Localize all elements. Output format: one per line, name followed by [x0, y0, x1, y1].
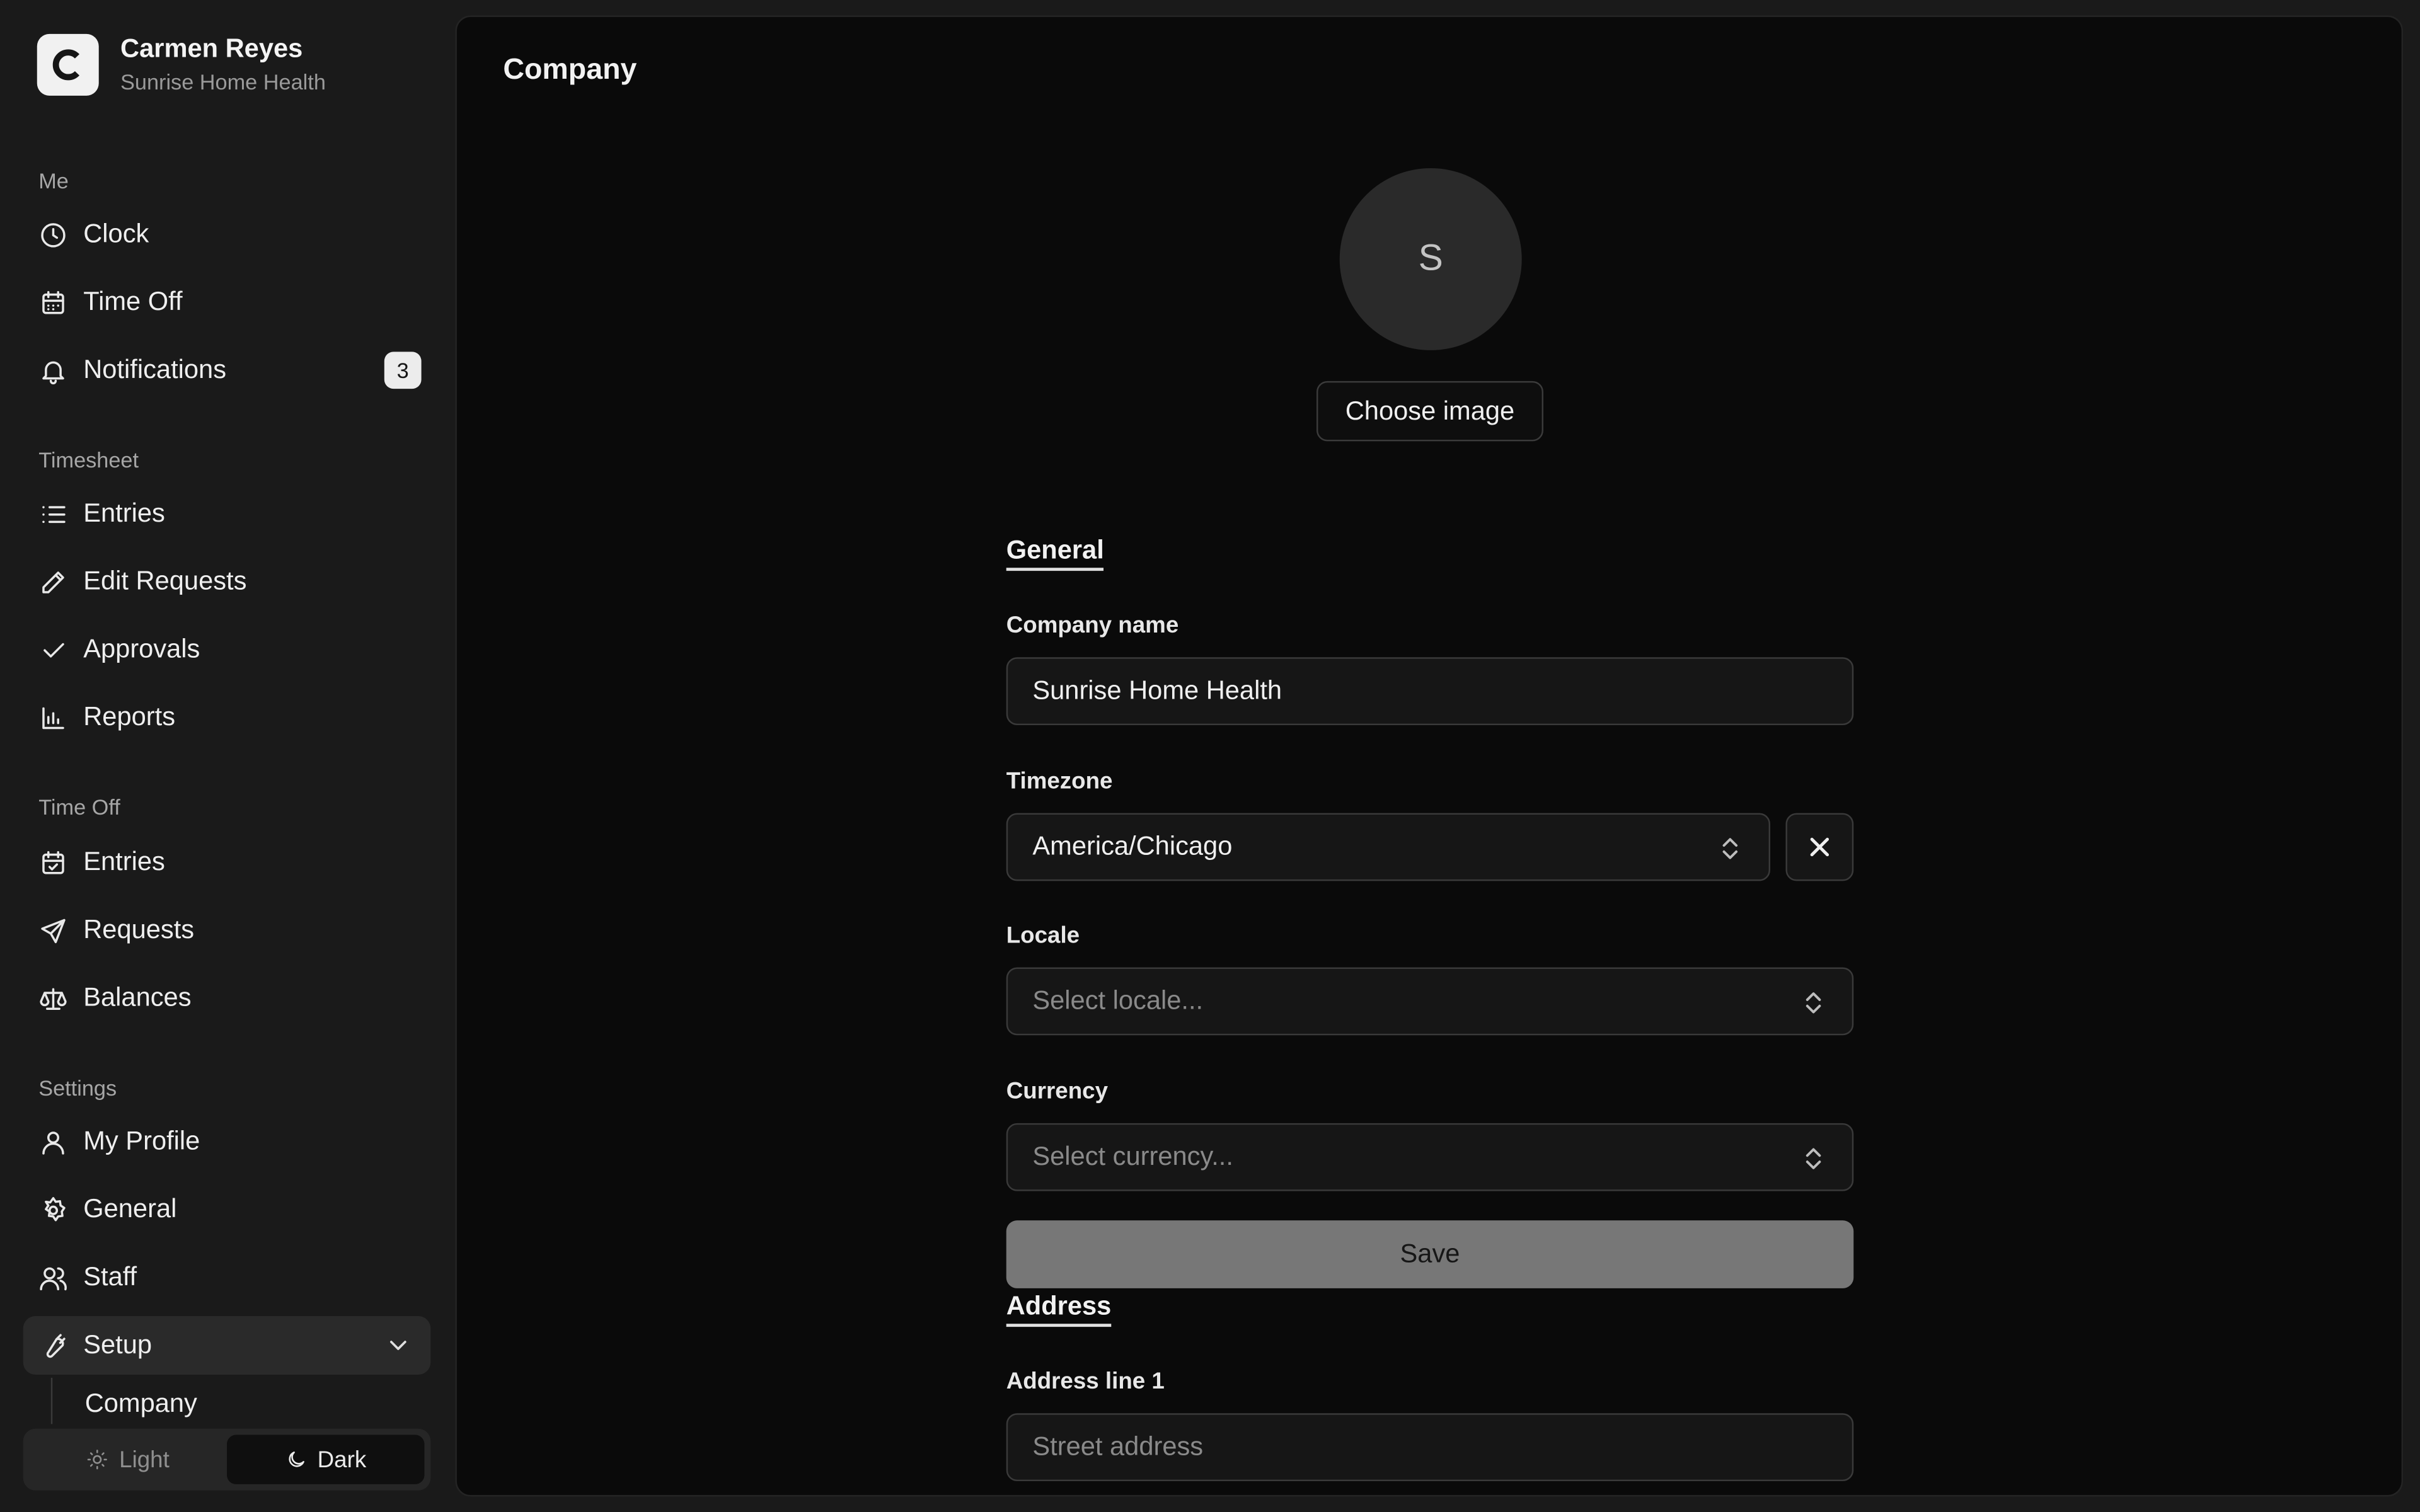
- sidebar-item-label: Balances: [83, 983, 192, 1012]
- currency-placeholder: Select currency...: [1032, 1142, 1233, 1171]
- theme-switcher: Light Dark: [23, 1428, 431, 1491]
- calendar-check-icon: [38, 848, 68, 878]
- gear-icon: [38, 1195, 68, 1225]
- scale-icon: [38, 983, 68, 1013]
- sidebar-item-approvals[interactable]: Approvals: [23, 620, 431, 679]
- user-company: Sunrise Home Health: [120, 69, 326, 94]
- sidebar-item-clock[interactable]: Clock: [23, 205, 431, 264]
- bell-icon: [38, 355, 68, 385]
- section-heading-address: Address: [1006, 1292, 1112, 1327]
- save-button[interactable]: Save: [1006, 1220, 1854, 1288]
- moon-icon: [288, 1452, 304, 1467]
- section-label-timesheet: Timesheet: [38, 447, 139, 472]
- user-name: Carmen Reyes: [120, 33, 303, 64]
- sidebar: Carmen Reyes Sunrise Home Health Me Cloc…: [0, 0, 454, 1512]
- sidebar-item-label: Time Off: [83, 287, 183, 317]
- sidebar-item-my-profile[interactable]: My Profile: [23, 1113, 431, 1171]
- logo-c-icon: [52, 49, 79, 81]
- chevrons-up-down-icon: [1802, 1145, 1824, 1172]
- sidebar-item-label: Requests: [83, 915, 195, 944]
- company-name-input[interactable]: Sunrise Home Health: [1006, 657, 1854, 726]
- sidebar-item-staff[interactable]: Staff: [23, 1248, 431, 1307]
- main-panel: Company S Choose image General Company n…: [455, 15, 2404, 1497]
- submenu-divider: [50, 1377, 53, 1424]
- sidebar-item-edit-requests[interactable]: Edit Requests: [23, 553, 431, 611]
- company-logo: [37, 33, 99, 96]
- address-line1-input[interactable]: Street address: [1006, 1413, 1854, 1482]
- sidebar-item-label: Clock: [83, 219, 149, 249]
- timezone-label: Timezone: [1006, 768, 1113, 795]
- sun-icon: [88, 1450, 108, 1470]
- sidebar-item-timesheet-entries[interactable]: Entries: [23, 484, 431, 543]
- sidebar-item-label: General: [83, 1194, 177, 1224]
- sidebar-item-time-off[interactable]: Time Off: [23, 273, 431, 331]
- sidebar-item-label: Reports: [83, 702, 176, 731]
- sidebar-item-reports[interactable]: Reports: [23, 688, 431, 747]
- user-icon: [38, 1127, 68, 1157]
- theme-light-button[interactable]: Light: [30, 1435, 227, 1484]
- currency-select[interactable]: Select currency...: [1006, 1123, 1854, 1191]
- sidebar-item-setup[interactable]: Setup: [23, 1315, 431, 1375]
- wrench-icon: [38, 1331, 68, 1360]
- sidebar-item-label: Entries: [83, 847, 165, 877]
- theme-dark-button[interactable]: Dark: [227, 1435, 425, 1484]
- notifications-badge: 3: [384, 352, 422, 389]
- clear-timezone-button[interactable]: [1785, 813, 1854, 881]
- section-heading-general: General: [1006, 536, 1104, 571]
- list-icon: [38, 499, 68, 529]
- choose-image-button[interactable]: Choose image: [1316, 381, 1543, 442]
- timezone-select[interactable]: America/Chicago: [1006, 813, 1770, 881]
- theme-dark-label: Dark: [317, 1446, 367, 1473]
- sidebar-item-label: Edit Requests: [83, 566, 247, 596]
- company-avatar: S: [1339, 168, 1522, 350]
- user-header[interactable]: Carmen Reyes Sunrise Home Health: [37, 33, 326, 96]
- company-name-label: Company name: [1006, 612, 1179, 639]
- sidebar-item-general[interactable]: General: [23, 1180, 431, 1239]
- locale-placeholder: Select locale...: [1032, 985, 1204, 1016]
- sidebar-subitem-company[interactable]: Company: [85, 1389, 197, 1423]
- sidebar-item-label: Entries: [83, 498, 165, 528]
- pencil-icon: [38, 567, 68, 597]
- sidebar-item-balances[interactable]: Balances: [23, 969, 431, 1028]
- sidebar-item-notifications[interactable]: Notifications 3: [23, 341, 431, 399]
- theme-light-label: Light: [119, 1446, 170, 1473]
- chevrons-up-down-icon: [1802, 989, 1824, 1017]
- section-label-settings: Settings: [38, 1075, 117, 1101]
- page-title: Company: [503, 54, 637, 87]
- address-line1-label: Address line 1: [1006, 1368, 1165, 1395]
- clock-icon: [38, 220, 68, 249]
- sidebar-item-timeoff-entries[interactable]: Entries: [23, 833, 431, 891]
- close-icon: [1810, 837, 1829, 857]
- chevrons-up-down-icon: [1719, 835, 1741, 862]
- check-icon: [38, 635, 68, 665]
- section-label-time-off: Time Off: [38, 794, 120, 820]
- timezone-value: America/Chicago: [1032, 832, 1233, 861]
- users-icon: [38, 1263, 68, 1292]
- locale-label: Locale: [1006, 922, 1080, 949]
- section-label-me: Me: [38, 168, 69, 193]
- locale-select[interactable]: Select locale...: [1006, 967, 1854, 1036]
- sidebar-item-label: Approvals: [83, 634, 200, 664]
- sidebar-item-label: My Profile: [83, 1126, 200, 1156]
- send-icon: [38, 915, 68, 945]
- sidebar-item-requests[interactable]: Requests: [23, 901, 431, 959]
- calendar-icon: [38, 288, 68, 318]
- sidebar-item-label: Setup: [83, 1330, 153, 1360]
- currency-label: Currency: [1006, 1078, 1109, 1105]
- bar-chart-icon: [38, 703, 68, 733]
- chevron-down-icon[interactable]: [384, 1331, 412, 1359]
- sidebar-item-label: Notifications: [83, 355, 227, 384]
- sidebar-item-label: Staff: [83, 1262, 137, 1292]
